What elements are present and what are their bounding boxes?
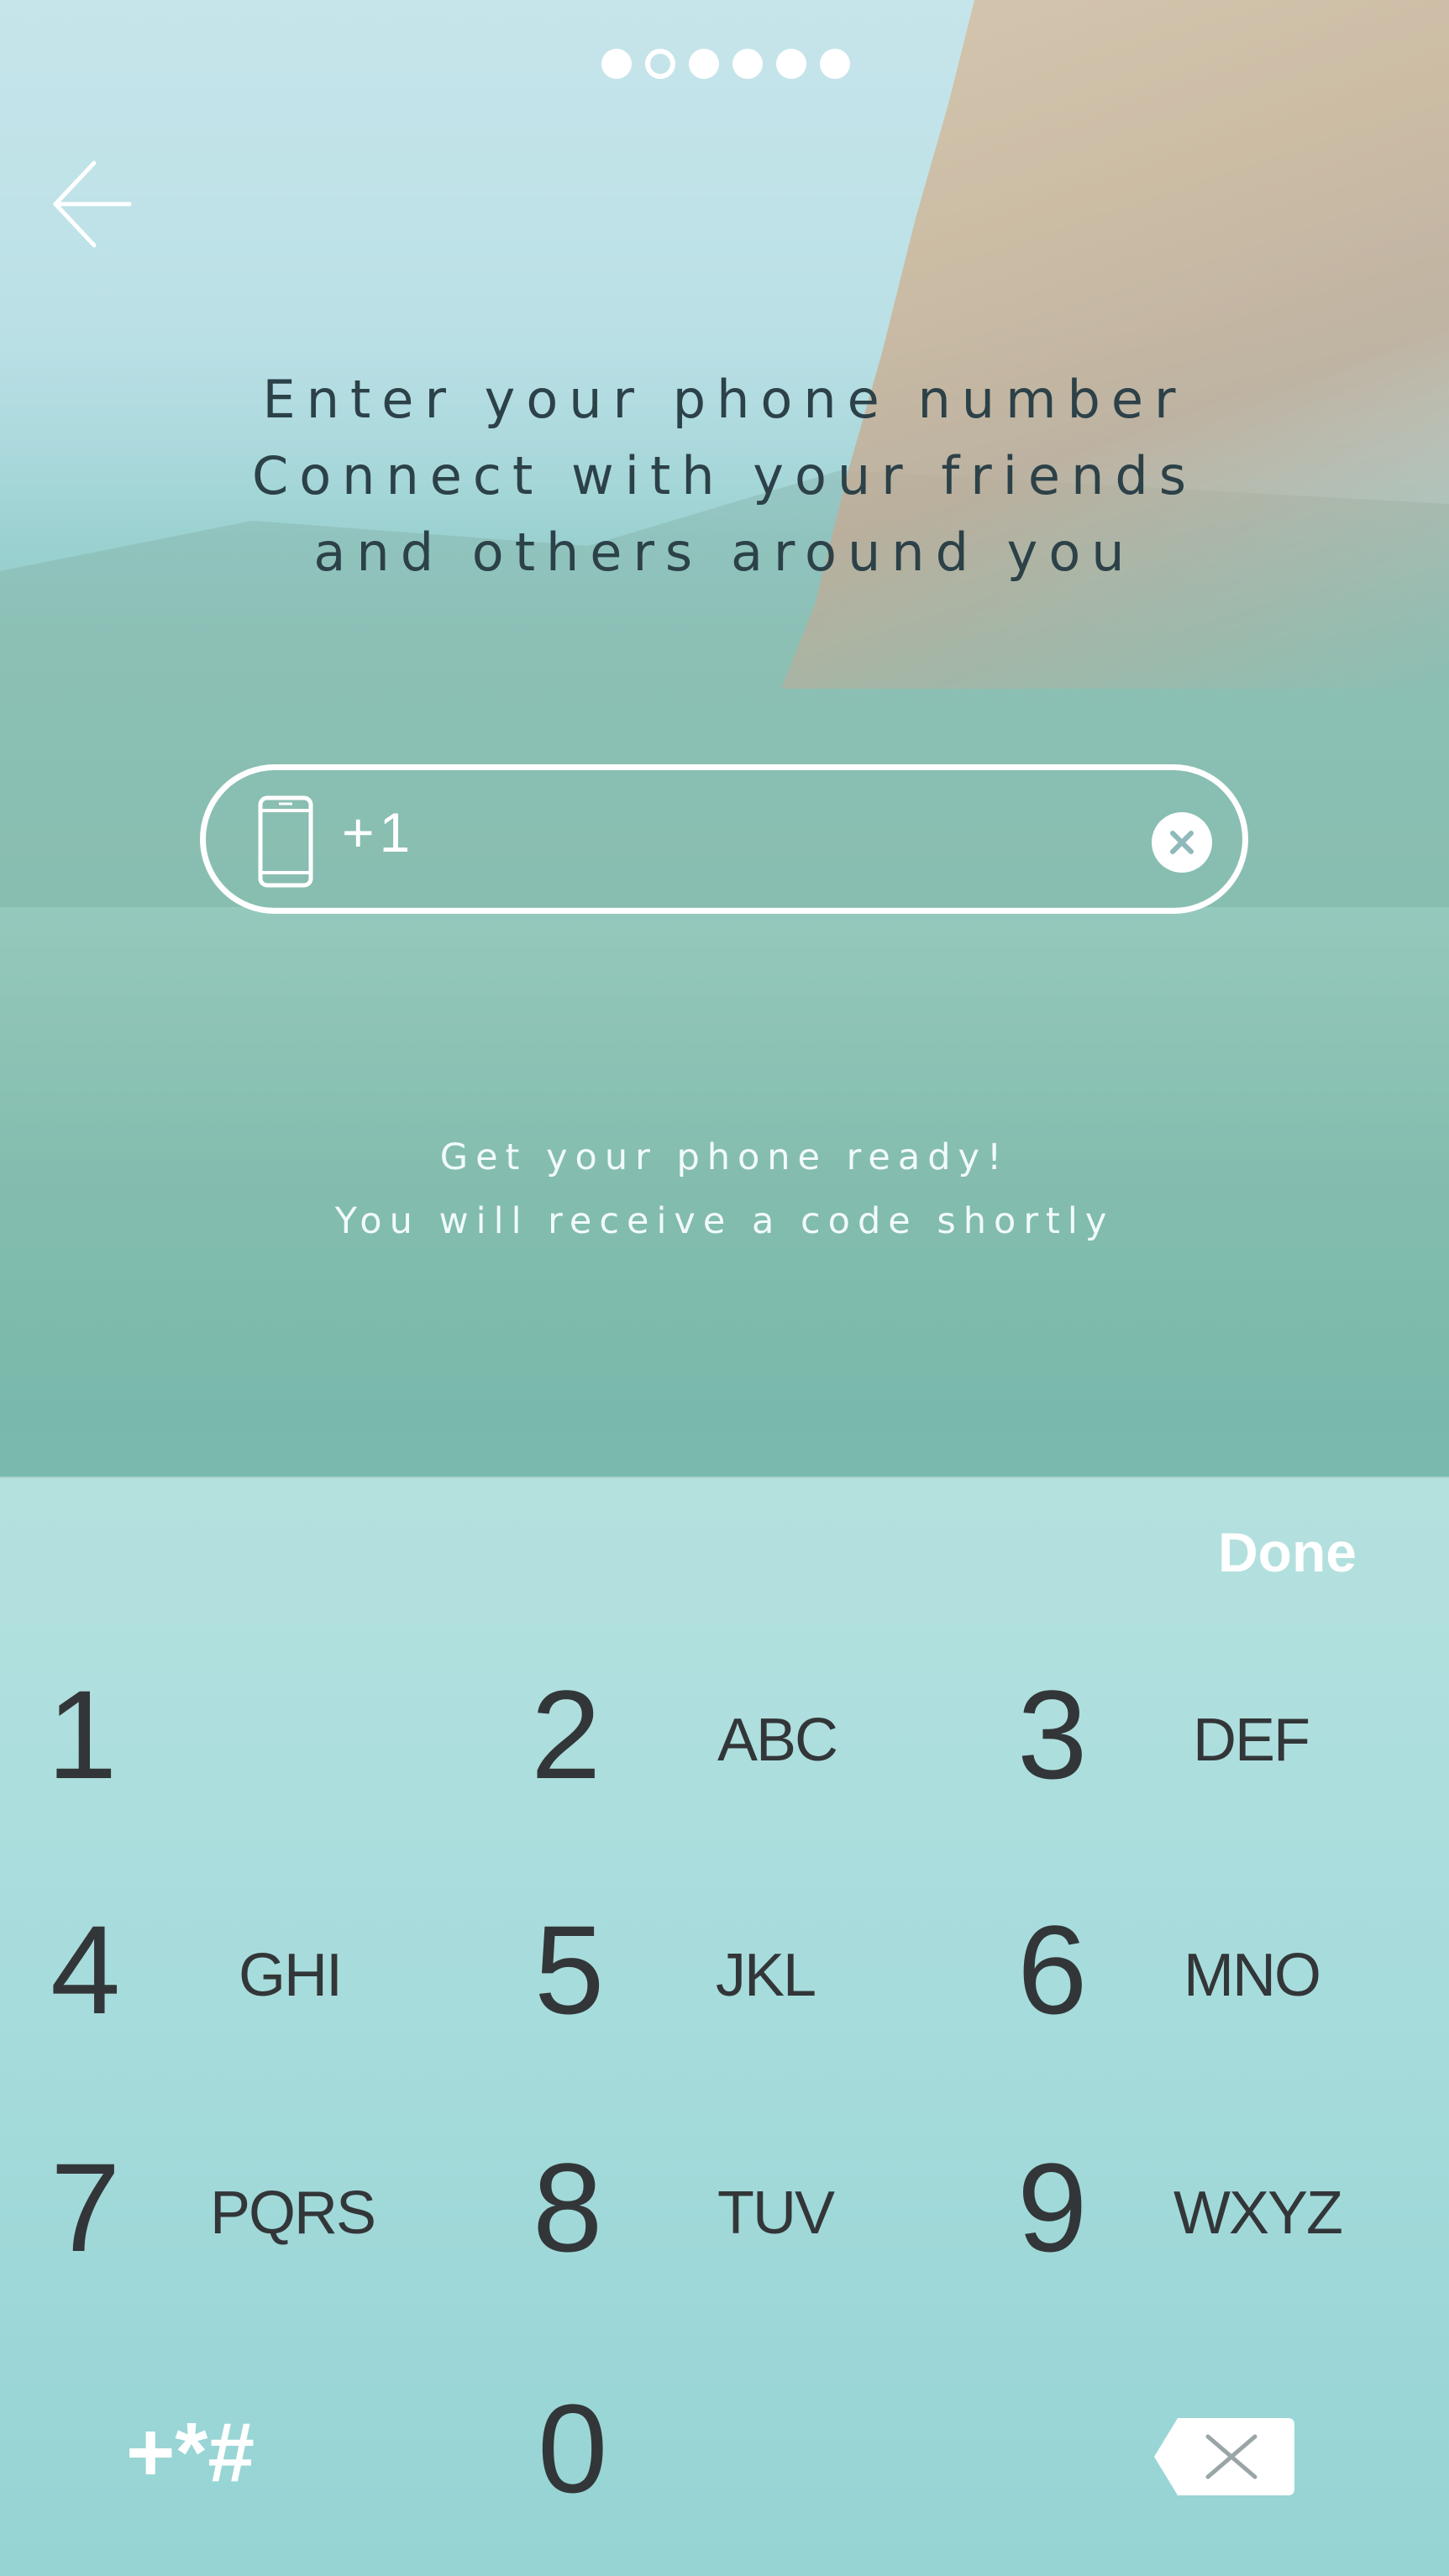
keyboard-divider <box>0 1477 1449 1478</box>
key-digit: 1 <box>47 1664 118 1805</box>
keypad-key-4[interactable]: 4 GHI <box>42 1886 445 2070</box>
key-symbols-label: +*# <box>126 2405 255 2500</box>
back-button[interactable] <box>50 158 134 250</box>
keypad-key-3[interactable]: 3 DEF <box>1012 1650 1415 1835</box>
key-letters: WXYZ <box>1173 2180 1343 2247</box>
background-overlay <box>0 0 1449 1478</box>
keypad-key-0[interactable]: 0 <box>531 2364 968 2549</box>
page-dot <box>601 49 632 79</box>
key-digit: 9 <box>1017 2137 1088 2278</box>
key-letters: GHI <box>239 1942 343 2009</box>
country-code: +1 <box>342 801 416 863</box>
arrow-left-icon <box>53 160 132 248</box>
key-digit: 2 <box>531 1664 601 1805</box>
keypad-key-8[interactable]: 8 TUV <box>531 2123 968 2308</box>
hint-line: Get your phone ready! <box>439 1136 1010 1178</box>
page-dot <box>689 49 719 79</box>
key-digit: 0 <box>538 2378 608 2519</box>
key-digit: 7 <box>50 2137 121 2278</box>
headline-line: Connect with your friends <box>251 445 1198 506</box>
page-title: Enter your phone number Connect with you… <box>0 361 1449 590</box>
backspace-icon <box>1154 2418 1294 2495</box>
done-button[interactable]: Done <box>1218 1520 1357 1584</box>
phone-number-input[interactable]: +1 <box>200 764 1248 914</box>
clear-icon <box>1170 831 1194 854</box>
page-dot <box>732 49 763 79</box>
hint-text: Get your phone ready! You will receive a… <box>0 1125 1449 1253</box>
phone-entry-screen: Enter your phone number Connect with you… <box>0 0 1449 2576</box>
keypad-key-7[interactable]: 7 PQRS <box>42 2123 445 2308</box>
key-letters: DEF <box>1193 1707 1310 1774</box>
keypad-key-symbols[interactable]: +*# <box>126 2394 361 2511</box>
key-letters: MNO <box>1184 1942 1321 2009</box>
page-indicator <box>601 49 850 79</box>
keypad-key-1[interactable]: 1 <box>42 1650 445 1835</box>
page-dot-active <box>645 49 675 79</box>
key-letters: JKL <box>716 1942 816 2009</box>
page-dot <box>776 49 806 79</box>
hint-line: You will receive a code shortly <box>334 1200 1115 1242</box>
key-digit: 5 <box>534 1899 605 2040</box>
headline-line: Enter your phone number <box>262 369 1187 430</box>
key-digit: 8 <box>533 2137 603 2278</box>
clear-button[interactable] <box>1152 812 1212 873</box>
key-letters: PQRS <box>210 2180 376 2247</box>
key-digit: 4 <box>50 1899 121 2040</box>
key-digit: 3 <box>1017 1664 1088 1805</box>
keypad-key-9[interactable]: 9 WXYZ <box>1012 2123 1415 2308</box>
key-letters: ABC <box>717 1707 838 1774</box>
page-dot <box>820 49 850 79</box>
key-digit: 6 <box>1017 1899 1088 2040</box>
headline-line: and others around you <box>313 522 1136 583</box>
keypad-key-6[interactable]: 6 MNO <box>1012 1886 1415 2070</box>
key-letters: TUV <box>717 2180 835 2247</box>
smartphone-icon <box>258 795 313 888</box>
delete-key[interactable] <box>1151 2415 1298 2499</box>
keypad-key-5[interactable]: 5 JKL <box>531 1886 968 2070</box>
keypad-key-2[interactable]: 2 ABC <box>531 1650 968 1835</box>
